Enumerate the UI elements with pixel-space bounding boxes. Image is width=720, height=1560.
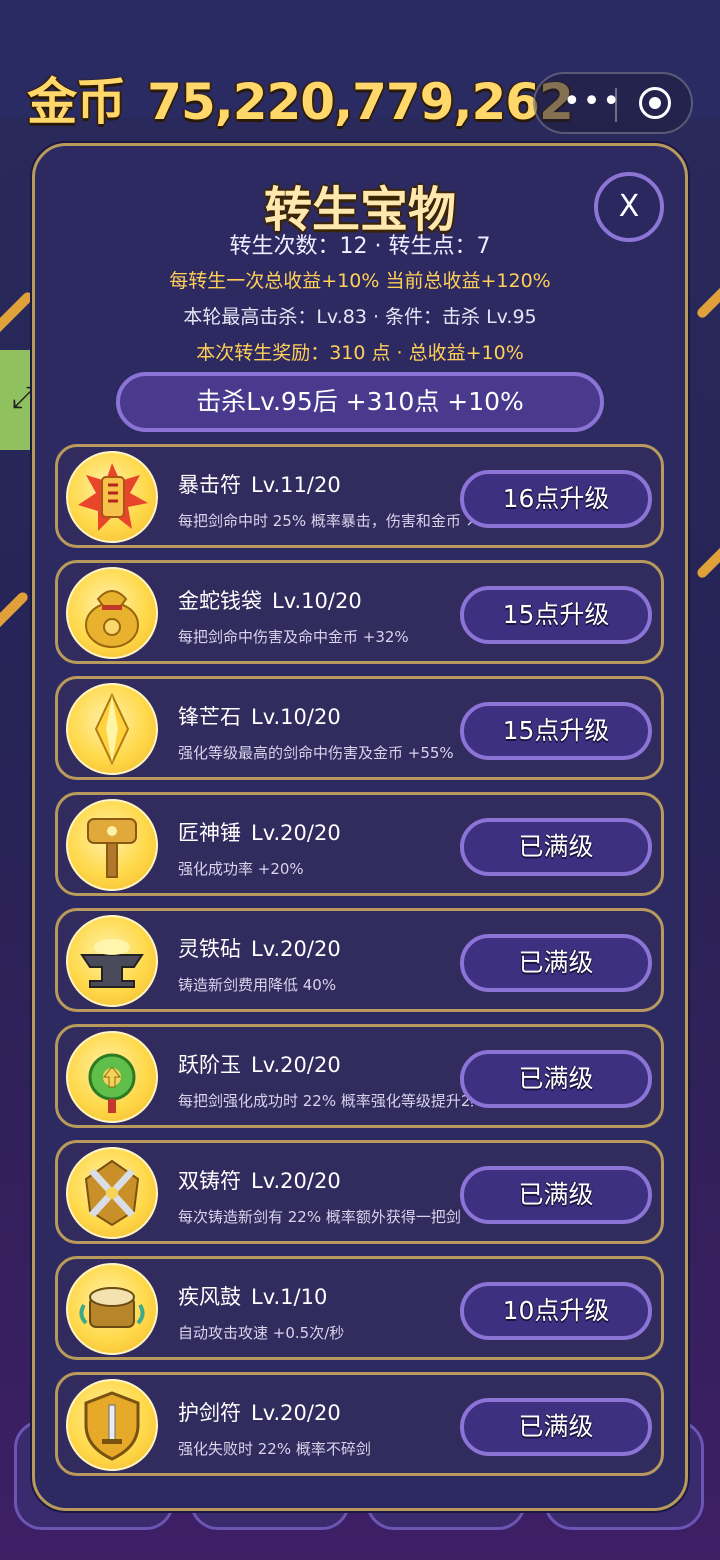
anvil-icon [66, 915, 158, 1007]
treasure-desc: 强化失败时 22% 概率不碎剑 [178, 1440, 371, 1458]
treasure-desc: 每次铸造新剑有 22% 概率额外获得一把剑 [178, 1208, 461, 1226]
treasure-card: 跃阶玉 Lv.20/20 每把剑强化成功时 22% 概率强化等级提升2级 已满级 [55, 1024, 664, 1128]
treasure-level: Lv.20/20 [251, 1401, 341, 1425]
treasure-title: 疾风鼓 [178, 1285, 241, 1309]
treasure-level: Lv.10/20 [272, 589, 362, 613]
target-icon[interactable] [639, 87, 671, 119]
income-bonus-info: 每转生一次总收益+10% 当前总收益+120% [169, 270, 551, 292]
more-dots-icon[interactable]: ••• [563, 84, 622, 119]
maxed-button[interactable]: 已满级 [460, 1050, 652, 1108]
treasure-desc: 强化成功率 +20% [178, 860, 304, 878]
jade-pendant-icon [66, 1031, 158, 1123]
treasure-card: 金蛇钱袋 Lv.10/20 每把剑命中伤害及命中金币 +32% 15点升级 [55, 560, 664, 664]
maxed-button[interactable]: 已满级 [460, 818, 652, 876]
upgrade-button[interactable]: 16点升级 [460, 470, 652, 528]
treasure-name: 金蛇钱袋 Lv.10/20 [178, 585, 362, 615]
sword-deco-icon [695, 530, 720, 580]
maxed-button[interactable]: 已满级 [460, 1166, 652, 1224]
treasure-desc: 强化等级最高的剑命中伤害及金币 +55% [178, 744, 454, 762]
treasure-desc: 每把剑强化成功时 22% 概率强化等级提升2级 [178, 1092, 473, 1110]
talisman-icon [66, 451, 158, 543]
treasure-desc: 每把剑命中时 25% 概率暴击，伤害和金币 ×2 [178, 512, 473, 530]
treasure-level: Lv.11/20 [251, 473, 341, 497]
rebirth-reward-info: 本次转生奖励：310 点 · 总收益+10% [196, 342, 524, 364]
treasure-level: Lv.1/10 [251, 1285, 328, 1309]
treasure-card: 双铸符 Lv.20/20 每次铸造新剑有 22% 概率额外获得一把剑 已满级 [55, 1140, 664, 1244]
treasure-name: 跃阶玉 Lv.20/20 [178, 1049, 341, 1079]
crossed-swords-icon [66, 1147, 158, 1239]
hammer-icon [66, 799, 158, 891]
upgrade-button[interactable]: 15点升级 [460, 702, 652, 760]
upgrade-button[interactable]: 15点升级 [460, 586, 652, 644]
treasure-level: Lv.10/20 [251, 705, 341, 729]
treasure-card: 匠神锤 Lv.20/20 强化成功率 +20% 已满级 [55, 792, 664, 896]
treasure-card: 灵铁砧 Lv.20/20 铸造新剑费用降低 40% 已满级 [55, 908, 664, 1012]
treasure-level: Lv.20/20 [251, 1053, 341, 1077]
treasure-name: 疾风鼓 Lv.1/10 [178, 1281, 327, 1311]
treasure-desc: 铸造新剑费用降低 40% [178, 976, 337, 994]
treasure-card: 锋芒石 Lv.10/20 强化等级最高的剑命中伤害及金币 +55% 15点升级 [55, 676, 664, 780]
treasure-card: 暴击符 Lv.11/20 每把剑命中时 25% 概率暴击，伤害和金币 ×2 16点… [55, 444, 664, 548]
treasure-name: 匠神锤 Lv.20/20 [178, 817, 341, 847]
money-bag-icon [66, 567, 158, 659]
treasure-level: Lv.20/20 [251, 937, 341, 961]
treasure-name: 灵铁砧 Lv.20/20 [178, 933, 341, 963]
treasure-level: Lv.20/20 [251, 1169, 341, 1193]
treasure-title: 金蛇钱袋 [178, 589, 262, 613]
drum-icon [66, 1263, 158, 1355]
sword-deco-icon [0, 590, 30, 640]
maxed-button[interactable]: 已满级 [460, 1398, 652, 1456]
treasure-title: 暴击符 [178, 473, 241, 497]
rebirth-button[interactable]: 击杀Lv.95后 +310点 +10% [116, 372, 604, 432]
maxed-button[interactable]: 已满级 [460, 934, 652, 992]
treasure-title: 匠神锤 [178, 821, 241, 845]
treasure-name: 暴击符 Lv.11/20 [178, 469, 341, 499]
treasure-level: Lv.20/20 [251, 821, 341, 845]
treasure-name: 锋芒石 Lv.10/20 [178, 701, 341, 731]
treasure-title: 双铸符 [178, 1169, 241, 1193]
crystal-icon [66, 683, 158, 775]
rebirth-count-info: 转生次数：12 · 转生点：7 [229, 234, 491, 259]
treasure-card: 护剑符 Lv.20/20 强化失败时 22% 概率不碎剑 已满级 [55, 1372, 664, 1476]
mini-program-capsule: ••• [533, 72, 693, 134]
treasure-title: 锋芒石 [178, 705, 241, 729]
capsule-divider [615, 88, 617, 122]
treasure-card: 疾风鼓 Lv.1/10 自动攻击攻速 +0.5次/秒 10点升级 [55, 1256, 664, 1360]
treasure-name: 双铸符 Lv.20/20 [178, 1165, 341, 1195]
shield-sword-icon [66, 1379, 158, 1471]
treasure-name: 护剑符 Lv.20/20 [178, 1397, 341, 1427]
upgrade-button[interactable]: 10点升级 [460, 1282, 652, 1340]
treasure-title: 跃阶玉 [178, 1053, 241, 1077]
treasure-title: 护剑符 [178, 1401, 241, 1425]
kill-condition-info: 本轮最高击杀：Lv.83 · 条件：击杀 Lv.95 [183, 306, 537, 328]
treasure-title: 灵铁砧 [178, 937, 241, 961]
coin-counter: 金币 75,220,779,262 [0, 62, 600, 134]
coin-label: 金币 [27, 73, 126, 131]
coin-value: 75,220,779,262 [147, 73, 574, 131]
treasure-desc: 自动攻击攻速 +0.5次/秒 [178, 1324, 345, 1342]
treasure-desc: 每把剑命中伤害及命中金币 +32% [178, 628, 409, 646]
